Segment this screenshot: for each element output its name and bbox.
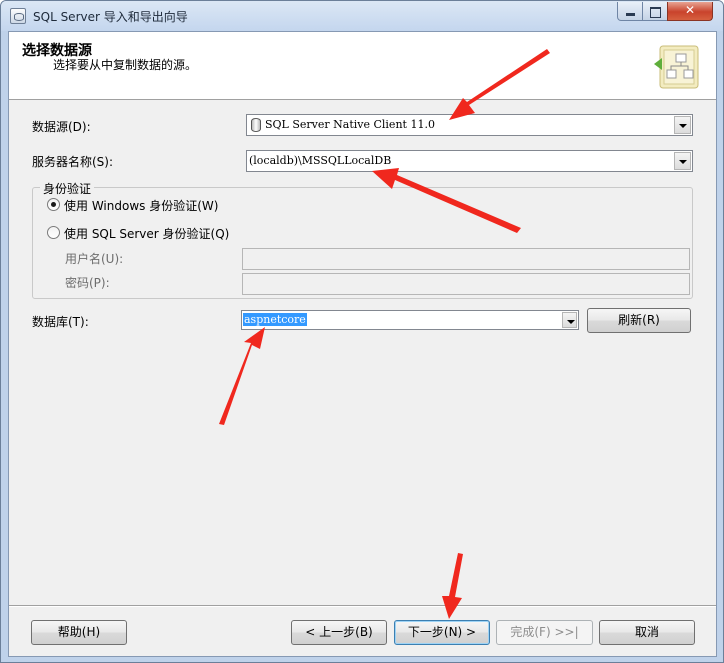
datasource-value: SQL Server Native Client 11.0 xyxy=(265,118,435,131)
cancel-button[interactable]: 取消 xyxy=(599,620,695,645)
chevron-down-icon[interactable] xyxy=(674,116,691,134)
chevron-down-icon[interactable] xyxy=(562,312,577,328)
back-button[interactable]: < 上一步(B) xyxy=(291,620,387,645)
username-label: 用户名(U): xyxy=(65,252,124,266)
window-title: SQL Server 导入和导出向导 xyxy=(33,10,188,24)
close-button[interactable]: ✕ xyxy=(667,2,713,21)
help-button[interactable]: 帮助(H) xyxy=(31,620,127,645)
password-label: 密码(P): xyxy=(65,276,110,290)
auth-windows-radio[interactable] xyxy=(47,198,60,211)
datasource-select[interactable]: SQL Server Native Client 11.0 xyxy=(246,114,693,136)
auth-group-title: 身份验证 xyxy=(40,180,95,197)
username-input xyxy=(242,248,690,270)
server-label: 服务器名称(S): xyxy=(32,155,114,169)
maximize-button[interactable] xyxy=(642,2,668,21)
database-value: aspnetcore xyxy=(243,313,307,326)
server-combobox[interactable]: (localdb)\MSSQLLocalDB xyxy=(246,150,693,172)
close-icon: ✕ xyxy=(684,3,696,17)
server-value: (localdb)\MSSQLLocalDB xyxy=(249,154,392,167)
footer-separator xyxy=(9,605,716,607)
finish-button: 完成(F) >>| xyxy=(496,620,593,645)
auth-sql-radio[interactable] xyxy=(47,226,60,239)
auth-windows-label[interactable]: 使用 Windows 身份验证(W) xyxy=(64,197,218,214)
next-button[interactable]: 下一步(N) > xyxy=(394,620,490,645)
auth-sql-label[interactable]: 使用 SQL Server 身份验证(Q) xyxy=(64,225,229,242)
wizard-window: SQL Server 导入和导出向导 ✕ 选择数据源 选择要从中复制数据的源。 … xyxy=(0,0,724,663)
datasource-label: 数据源(D): xyxy=(32,120,91,134)
minimize-icon xyxy=(618,3,642,16)
database-icon xyxy=(251,118,261,132)
page-subtitle: 选择要从中复制数据的源。 xyxy=(53,58,198,72)
dialog-client: 选择数据源 选择要从中复制数据的源。 数据源(D): SQL Server Na… xyxy=(8,31,717,657)
refresh-button[interactable]: 刷新(R) xyxy=(587,308,691,333)
maximize-icon xyxy=(643,3,667,18)
title-bar[interactable]: SQL Server 导入和导出向导 ✕ xyxy=(1,1,723,31)
database-label: 数据库(T): xyxy=(32,315,89,329)
chevron-down-icon[interactable] xyxy=(674,152,691,170)
minimize-button[interactable] xyxy=(617,2,643,21)
app-icon xyxy=(10,8,26,24)
password-input xyxy=(242,273,690,295)
wizard-data-source-icon xyxy=(654,45,699,89)
header-panel: 选择数据源 选择要从中复制数据的源。 xyxy=(9,32,716,100)
database-combobox[interactable]: aspnetcore xyxy=(241,310,579,330)
